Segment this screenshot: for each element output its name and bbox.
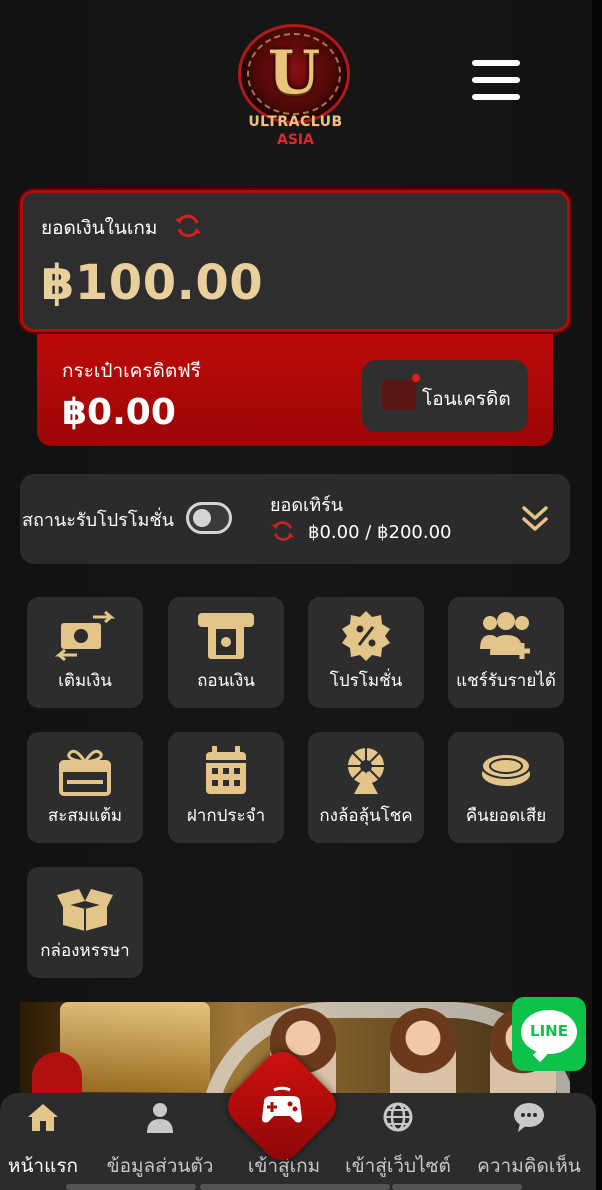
game-balance-card: ยอดเงินในเกม ฿100.00 [20,190,570,332]
tile-label: กล่องหรรษา [40,941,130,961]
tile-label: คืนยอดเสีย [465,806,547,826]
menu-tile-fixed-deposit[interactable]: ฝากประจำ [168,732,284,843]
promo-toggle[interactable] [186,502,232,534]
globe-icon [383,1102,413,1132]
home-indicator [66,1184,196,1190]
game-balance-amount: ฿100.00 [41,255,264,311]
free-credit-label: กระเป๋าเครดิตฟรี [62,360,201,382]
mystery-box-icon [57,889,113,931]
right-edge [592,0,602,1190]
toggle-knob [193,509,211,527]
promo-status-label: สถานะรับโปรโมชั่น [22,510,174,531]
page: U ULTRACLUB ASIA ยอดเงินในเกม ฿100.00 กร… [0,0,602,1190]
menu-tile-share-earn[interactable]: แชร์รับรายได้ [448,597,564,708]
menu-tile-promotion[interactable]: โปรโมชั่น [308,597,424,708]
logo-sub: ASIA [277,132,314,148]
logo-text: ULTRACLUB [248,114,343,130]
banner-treasure-chest [60,1002,210,1092]
menu-tile-points[interactable]: สะสมแต้ม [27,732,143,843]
turnover-refresh-icon[interactable] [270,518,296,544]
nav-label: หน้าแรก [7,1155,79,1177]
chat-icon [514,1103,544,1132]
line-chat-button[interactable]: LINE [512,997,586,1071]
menu-tile-cashback[interactable]: คืนยอดเสีย [448,732,564,843]
calendar-icon [206,746,246,794]
home-indicator [200,1184,390,1190]
promotion-icon [342,611,390,661]
menu-tile-deposit[interactable]: เติมเงิน [27,597,143,708]
wheel-icon [348,748,384,794]
logo-letter: U [267,38,321,108]
line-label: LINE [530,1022,568,1040]
home-indicator [392,1184,522,1190]
logo[interactable]: U ULTRACLUB ASIA [228,22,363,152]
transfer-credit-button[interactable]: โอนเครดิต [362,360,528,432]
home-icon [28,1104,58,1131]
nav-home[interactable]: หน้าแรก [0,1093,86,1190]
promo-status-bar: สถานะรับโปรโมชั่น ยอดเทิร์น ฿0.00 / ฿200… [20,474,570,564]
menu-tile-withdraw[interactable]: ถอนเงิน [168,597,284,708]
tile-label: เติมเงิน [58,671,112,691]
nav-label: เข้าสู่เว็บไซต์ [345,1155,451,1177]
menu-tile-lucky-wheel[interactable]: กงล้อลุ้นโชค [308,732,424,843]
tile-label: ถอนเงิน [197,671,255,691]
tile-label: แชร์รับรายได้ [456,671,556,691]
tile-label: ฝากประจำ [186,806,266,826]
tile-label: สะสมแต้ม [47,806,123,826]
transfer-icon [382,374,420,410]
refresh-icon[interactable] [173,211,203,241]
nav-label: ข้อมูลส่วนตัว [106,1155,214,1177]
nav-website[interactable]: เข้าสู่เว็บไซต์ [336,1093,460,1190]
free-credit-amount: ฿0.00 [62,392,176,433]
chevron-double-down-icon[interactable] [518,502,552,536]
transfer-credit-label: โอนเครดิต [422,388,511,410]
banner-model [390,1008,456,1102]
deposit-icon [55,610,115,661]
tile-label: โปรโมชั่น [329,671,403,691]
turnover-label: ยอดเทิร์น [270,495,344,516]
nav-label: ความคิดเห็น [477,1155,581,1177]
gamepad-icon [262,1086,302,1123]
nav-feedback[interactable]: ความคิดเห็น [468,1093,590,1190]
coin-cashback-icon [481,753,531,786]
share-earn-icon [480,612,530,659]
withdraw-icon [198,613,254,659]
nav-profile[interactable]: ข้อมูลส่วนตัว [96,1093,224,1190]
tile-label: กงล้อลุ้นโชค [319,806,413,826]
menu-tile-mystery-box[interactable]: กล่องหรรษา [27,867,143,978]
gift-points-icon [59,749,111,796]
turnover-value: ฿0.00 / ฿200.00 [308,522,452,543]
game-balance-label: ยอดเงินในเกม [41,217,158,239]
user-icon [147,1103,173,1133]
hamburger-menu-icon[interactable] [470,58,522,102]
